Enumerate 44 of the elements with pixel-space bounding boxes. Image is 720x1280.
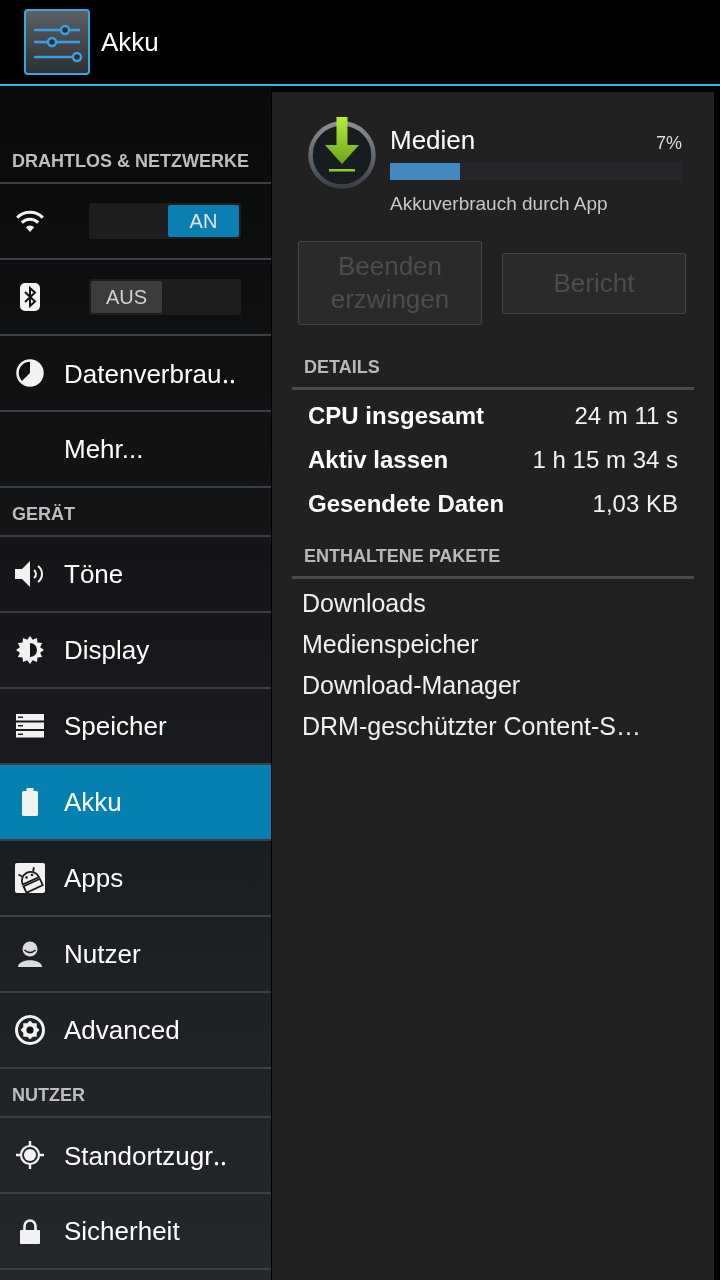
toggle-switch[interactable]: AUS: [89, 279, 241, 315]
section-header: DETAILS: [292, 355, 694, 390]
storage-icon: [16, 714, 44, 738]
sidebar-item[interactable]: Apps: [0, 841, 271, 917]
sidebar-item[interactable]: Advanced: [0, 993, 271, 1069]
sidebar-item[interactable]: AUS: [0, 260, 271, 336]
sidebar-item[interactable]: Töne: [0, 537, 271, 613]
screen-title: Akku: [101, 26, 159, 58]
sidebar-item[interactable]: Display: [0, 613, 271, 689]
user-icon: [17, 941, 43, 967]
detail-label: CPU insgesamt: [308, 402, 485, 430]
robot-tile-icon: [15, 863, 45, 893]
sliders-icon: [24, 9, 90, 75]
section-header: ENTHALTENE PAKETE: [292, 544, 694, 579]
battery-icon: [21, 788, 39, 816]
section-header: GERÄT: [0, 488, 271, 537]
bluetooth-icon: [20, 283, 40, 311]
package-name: Medienspeicher: [301, 629, 479, 660]
brightness-icon: [16, 636, 44, 664]
sidebar-item[interactable]: Datenverbrau‥: [0, 336, 271, 412]
sidebar-item[interactable]: Nutzer: [0, 917, 271, 993]
usage-caption: Akkuverbrauch durch App: [390, 192, 609, 216]
gear-icon: [15, 1015, 45, 1045]
package-name: Downloads: [301, 588, 426, 619]
usage-percent: 7%: [656, 132, 682, 155]
sidebar-item[interactable]: Sicherheit: [0, 1194, 271, 1270]
detail-value: 1 h 15 m 34 s: [532, 446, 678, 474]
app-name: Medien: [390, 124, 476, 157]
section-header: NUTZER: [0, 1069, 271, 1118]
detail-value: 24 m 11 s: [574, 402, 678, 430]
detail-label: Aktiv lassen: [308, 446, 449, 474]
detail-value: 1,03 KB: [592, 490, 678, 518]
lock-icon: [19, 1218, 41, 1244]
detail-label: Gesendete Daten: [308, 490, 505, 518]
speaker-icon: [15, 560, 45, 588]
section-header: DRAHTLOS & NETZWERKE: [0, 135, 271, 184]
crosshair-icon: [16, 1141, 44, 1169]
package-name: DRM-geschützter Content-S…: [301, 711, 641, 742]
sidebar-item[interactable]: Standortzugr‥: [0, 1118, 271, 1194]
download-icon: [307, 117, 377, 189]
wifi-icon: [15, 210, 45, 232]
sidebar-item[interactable]: Akku: [0, 765, 271, 841]
package-name: Download-Manager: [301, 670, 521, 701]
pie-chart-icon: [16, 359, 44, 387]
